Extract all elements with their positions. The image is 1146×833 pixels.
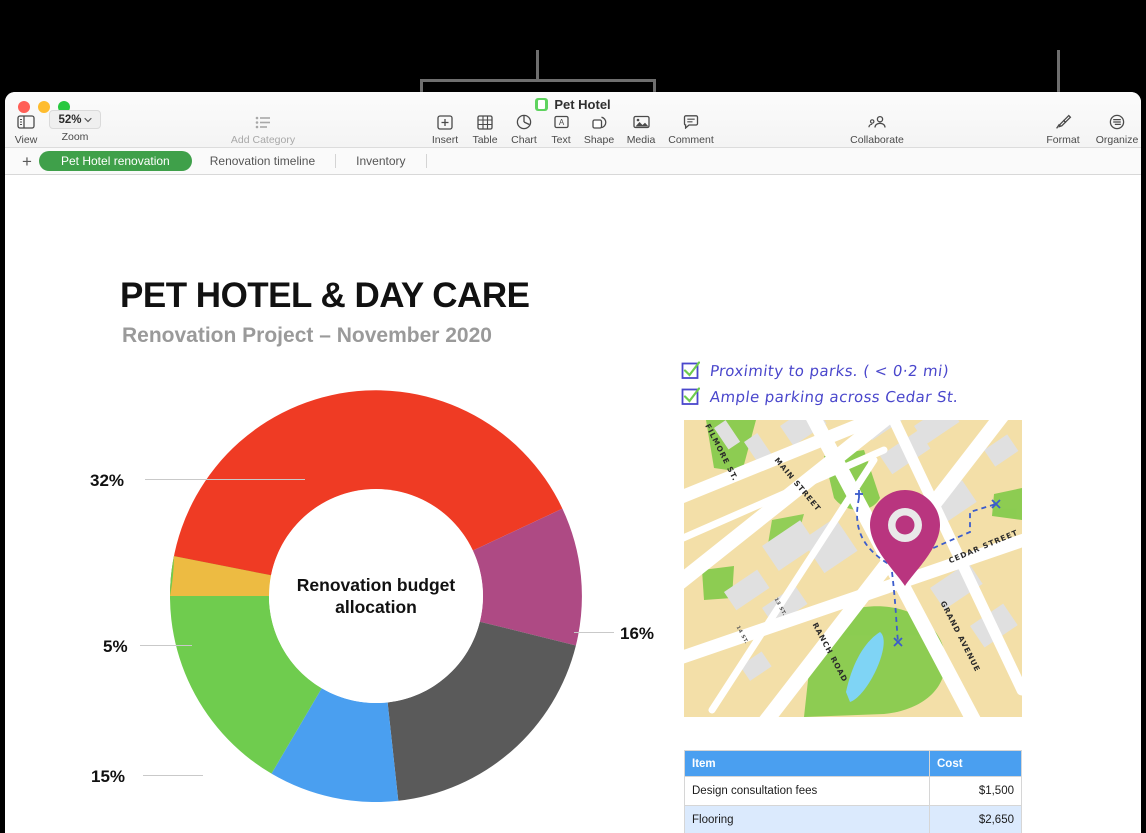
budget-donut-chart[interactable]: Renovation budget allocation — [170, 390, 582, 802]
text-label: Text — [551, 134, 571, 146]
view-button[interactable]: View — [9, 112, 43, 146]
organize-label: Organize — [1095, 134, 1139, 146]
donut-center-label: Renovation budget allocation — [296, 575, 456, 617]
add-category-label: Add Category — [230, 134, 296, 146]
data-label-15: 15% — [91, 767, 126, 786]
media-button[interactable]: Media — [621, 112, 661, 146]
insert-plus-icon — [425, 112, 465, 132]
category-list-icon — [222, 112, 304, 132]
chart-button[interactable]: Chart — [505, 112, 543, 146]
svg-text:A: A — [558, 118, 564, 127]
comment-button[interactable]: Comment — [661, 112, 721, 146]
sheet-tab-pet-hotel-renovation[interactable]: Pet Hotel renovation — [39, 151, 192, 171]
text-button[interactable]: A Text — [543, 112, 579, 146]
view-label: View — [14, 134, 38, 146]
collaborate-person-icon — [843, 112, 911, 132]
cell-cost[interactable]: $2,650 — [929, 805, 1022, 833]
numbers-app-icon — [535, 98, 549, 111]
add-sheet-button[interactable]: + — [15, 153, 39, 170]
map-svg — [684, 420, 1022, 717]
comment-label: Comment — [668, 134, 714, 146]
screenshot-stage: Pet Hotel View 52% Zoom Add Category Ins… — [0, 0, 1146, 833]
page-title: PET HOTEL & DAY CARE — [120, 276, 530, 315]
cell-item[interactable]: Design consultation fees — [684, 776, 930, 806]
zoom-label: Zoom — [61, 131, 89, 143]
checklist-item: Proximity to parks. ( < 0·2 mi) — [681, 361, 1031, 387]
table-header: Item Cost — [684, 750, 1022, 777]
insert-label: Insert — [431, 134, 459, 146]
column-header-item[interactable]: Item — [684, 750, 930, 777]
table-body: Design consultation fees $1,500 Flooring… — [684, 776, 1022, 833]
checkbox-checked-icon — [681, 361, 700, 379]
location-map-image[interactable]: FILMORE ST. MAIN STREET CEDAR STREET RAN… — [684, 420, 1022, 717]
comment-bubble-icon — [661, 112, 721, 132]
shapes-icon — [577, 112, 621, 132]
data-label-32: 32% — [90, 471, 125, 490]
callout-bracket-stem — [536, 50, 539, 80]
organize-filter-icon — [1091, 112, 1141, 132]
media-label: Media — [626, 134, 656, 146]
chart-label: Chart — [511, 134, 537, 146]
document-title: Pet Hotel — [554, 97, 611, 112]
leader-line-5 — [140, 645, 192, 646]
table-label: Table — [472, 134, 498, 146]
renovation-cost-table[interactable]: Item Cost Design consultation fees $1,50… — [684, 750, 1022, 833]
table-header-row: Item Cost — [684, 750, 1022, 777]
column-header-cost[interactable]: Cost — [929, 750, 1022, 777]
zoom-value: 52% — [58, 113, 82, 126]
document-title-bar: Pet Hotel — [5, 97, 1141, 112]
pie-chart-icon — [505, 112, 543, 132]
checklist-item: Ample parking across Cedar St. — [681, 387, 1031, 413]
insert-button[interactable]: Insert — [425, 112, 465, 146]
chevron-down-icon — [83, 117, 92, 122]
tab-separator — [335, 154, 337, 168]
shape-label: Shape — [583, 134, 615, 146]
organize-button[interactable]: Organize — [1091, 112, 1141, 146]
table-grid-icon — [465, 112, 505, 132]
handwritten-checklist: Proximity to parks. ( < 0·2 mi) Ample pa… — [681, 361, 1031, 413]
table-row[interactable]: Flooring $2,650 — [684, 805, 1022, 833]
zoom-value-pill[interactable]: 52% — [49, 110, 101, 129]
table-row[interactable]: Design consultation fees $1,500 — [684, 776, 1022, 806]
sheet-tab-bar: + Pet Hotel renovation Renovation timeli… — [5, 148, 1141, 175]
toolbar: Pet Hotel View 52% Zoom Add Category Ins… — [5, 92, 1141, 148]
zoom-control[interactable]: 52% Zoom — [49, 110, 101, 143]
add-category-button[interactable]: Add Category — [222, 112, 304, 146]
format-button[interactable]: Format — [1040, 112, 1086, 146]
cell-cost[interactable]: $1,500 — [929, 776, 1022, 806]
data-label-16: 16% — [620, 624, 655, 643]
sheet-canvas[interactable]: PET HOTEL & DAY CARE Renovation Project … — [5, 175, 1141, 833]
tab-separator — [425, 154, 427, 168]
checkbox-checked-icon — [681, 387, 700, 405]
text-box-icon: A — [543, 112, 579, 132]
checklist-text-1: Proximity to parks. ( < 0·2 mi) — [708, 362, 951, 380]
page-subtitle: Renovation Project – November 2020 — [122, 324, 492, 347]
sidebar-panel-icon — [9, 112, 43, 132]
leader-line-32 — [145, 479, 305, 480]
table-button[interactable]: Table — [465, 112, 505, 146]
leader-line-16 — [574, 632, 614, 633]
shape-button[interactable]: Shape — [577, 112, 621, 146]
checklist-text-2: Ample parking across Cedar St. — [708, 388, 960, 406]
sheet-tab-renovation-timeline[interactable]: Renovation timeline — [192, 151, 333, 171]
paintbrush-icon — [1040, 112, 1086, 132]
numbers-window: Pet Hotel View 52% Zoom Add Category Ins… — [5, 92, 1141, 833]
donut-hole: Renovation budget allocation — [269, 489, 483, 703]
photo-icon — [621, 112, 661, 132]
data-label-5: 5% — [103, 637, 128, 656]
cell-item[interactable]: Flooring — [684, 805, 930, 833]
collaborate-label: Collaborate — [850, 134, 904, 146]
sheet-tab-inventory[interactable]: Inventory — [338, 151, 423, 171]
leader-line-15 — [143, 775, 203, 776]
format-label: Format — [1046, 134, 1080, 146]
collaborate-button[interactable]: Collaborate — [843, 112, 911, 146]
